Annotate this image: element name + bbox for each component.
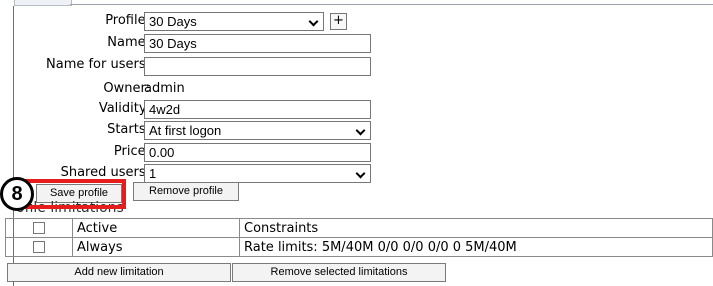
name-for-users-input[interactable] — [144, 57, 371, 76]
constraints-header: Constraints — [239, 218, 713, 238]
select-all-cell[interactable] — [5, 218, 73, 238]
profile-select[interactable]: 30 Days — [144, 12, 324, 31]
starts-select[interactable]: At first logon — [144, 121, 371, 140]
add-limitation-button[interactable]: Add new limitation — [7, 263, 231, 282]
name-for-users-label: Name for users: — [46, 57, 150, 72]
shared-users-select[interactable]: 1 — [144, 164, 371, 183]
owner-label: Owner: — [103, 81, 150, 96]
row-checkbox[interactable] — [33, 241, 45, 253]
name-input[interactable]: 30 Days — [144, 34, 371, 53]
table-header-row: Active Constraints — [5, 218, 713, 238]
active-header: Active — [72, 218, 240, 238]
table-row[interactable]: Always Rate limits: 5M/40M 0/0 0/0 0/0 0… — [5, 237, 713, 257]
limitation-name: Always — [72, 237, 240, 257]
profile-limitations-title: ofile limitations — [16, 200, 124, 216]
validity-input-value: 4w2d — [149, 102, 181, 117]
profile-select-value: 30 Days — [149, 14, 197, 29]
name-input-value: 30 Days — [149, 36, 197, 51]
price-input[interactable]: 0.00 — [144, 143, 371, 162]
tab-strip-divider — [70, 4, 713, 5]
shared-users-label: Shared users: — [60, 165, 150, 180]
add-profile-button[interactable]: + — [330, 13, 347, 30]
select-all-checkbox[interactable] — [33, 222, 45, 234]
row-select-cell[interactable] — [5, 237, 73, 257]
shared-users-select-value: 1 — [149, 166, 157, 181]
remove-profile-button[interactable]: Remove profile — [133, 182, 239, 201]
owner-value: admin — [144, 81, 185, 96]
limitation-constraints: Rate limits: 5M/40M 0/0 0/0 0/0 0 5M/40M — [239, 237, 713, 257]
validity-input[interactable]: 4w2d — [144, 100, 371, 119]
price-input-value: 0.00 — [149, 145, 175, 160]
limitations-table: Active Constraints Always Rate limits: 5… — [5, 218, 713, 257]
step-number-badge: 8 — [0, 177, 34, 211]
validity-label: Validity: — [98, 101, 150, 116]
remove-selected-limitations-button[interactable]: Remove selected limitations — [232, 263, 446, 282]
starts-select-value: At first logon — [149, 123, 222, 138]
